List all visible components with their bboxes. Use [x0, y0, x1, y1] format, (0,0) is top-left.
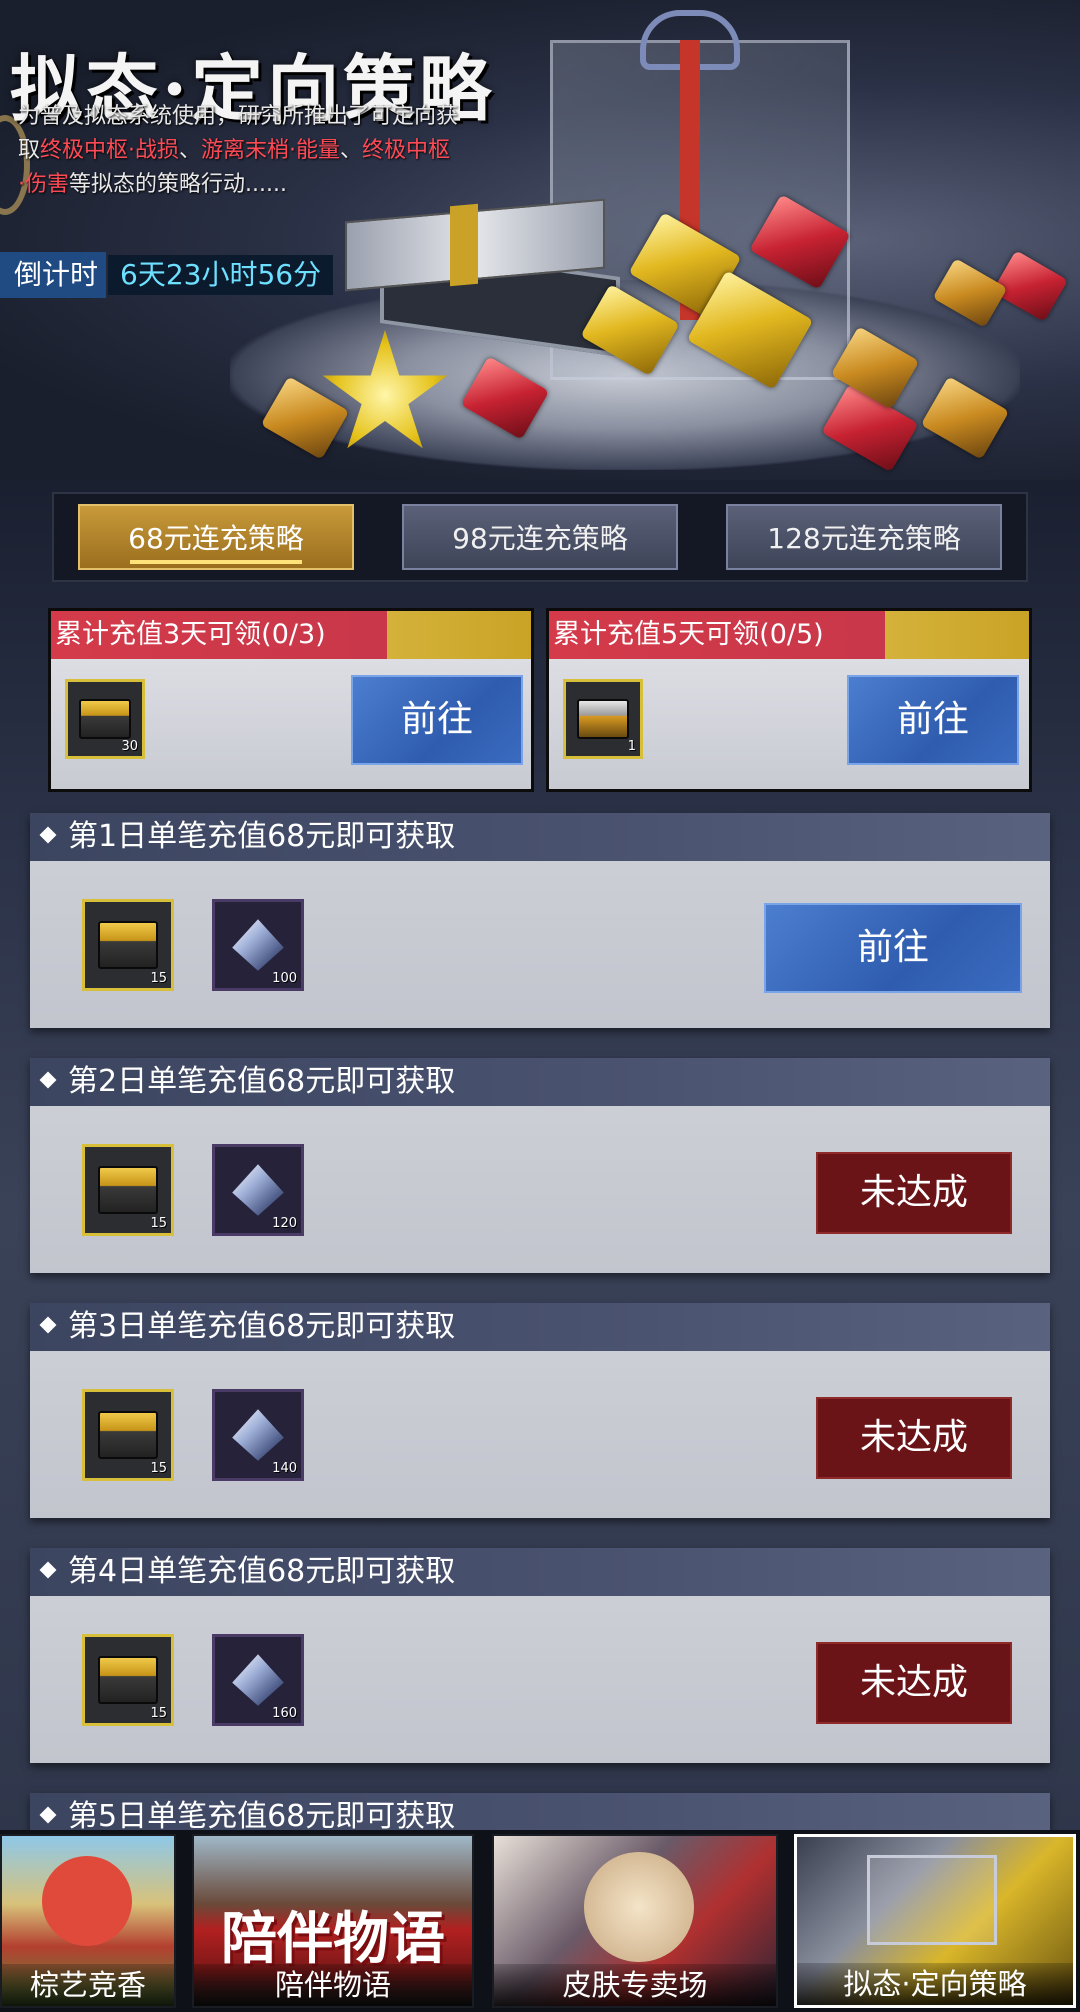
- character-portrait: [42, 1856, 132, 1946]
- lid-stripe: [450, 203, 478, 287]
- nav-item-companion[interactable]: 陪伴物语 陪伴物语: [192, 1834, 474, 2008]
- desc-line-3: ·伤害等拟态的策略行动......: [18, 168, 548, 202]
- event-header: 拟态·定向策略 为普及拟态系统使用，研究所推出了可定向获 取终极中枢·战损、游离…: [0, 0, 1080, 480]
- diamond-bullet-icon: [39, 1561, 57, 1578]
- day-title-text: 第3日单笔充值68元即可获取: [68, 1309, 456, 1344]
- countdown-value: 6天23小时56分: [108, 255, 334, 295]
- go-button[interactable]: 前往: [351, 675, 523, 765]
- reward-item[interactable]: 15: [82, 1144, 174, 1236]
- character-portrait: [584, 1852, 694, 1962]
- tab-128[interactable]: 128元连充策略: [726, 504, 1002, 570]
- desc-text: 等拟态的策略行动......: [69, 172, 287, 197]
- chest-icon: [97, 921, 159, 969]
- item-quantity: 15: [150, 1461, 167, 1476]
- cumulative-card-5day: 累计充值5天可领(0/5) 1 前往: [546, 608, 1032, 792]
- item-quantity: 100: [272, 971, 297, 986]
- desc-highlight: 终极中枢·战损: [40, 138, 180, 163]
- desc-line-2: 取终极中枢·战损、游离末梢·能量、终极中枢: [18, 134, 548, 168]
- item-quantity: 140: [272, 1461, 297, 1476]
- desc-highlight: 游离末梢·能量: [201, 138, 341, 163]
- reward-item[interactable]: 30: [65, 679, 145, 759]
- banner-text: 陪伴物语: [221, 1906, 445, 1972]
- desc-text: 、: [179, 138, 202, 163]
- not-achieved-button[interactable]: 未达成: [816, 1397, 1012, 1479]
- chest-icon: [97, 1411, 159, 1459]
- not-achieved-button[interactable]: 未达成: [816, 1152, 1012, 1234]
- day-title-text: 第5日单笔充值68元即可获取: [68, 1799, 456, 1834]
- gift-box-thumbnail: [867, 1855, 997, 1945]
- item-quantity: 1: [627, 739, 636, 754]
- reward-item[interactable]: 15: [82, 1389, 174, 1481]
- day-title-text: 第1日单笔充值68元即可获取: [68, 819, 456, 854]
- day-title-text: 第4日单笔充值68元即可获取: [68, 1554, 456, 1589]
- event-description: 为普及拟态系统使用，研究所推出了可定向获 取终极中枢·战损、游离末梢·能量、终极…: [18, 100, 548, 202]
- item-quantity: 15: [150, 1216, 167, 1231]
- crystal-icon: [232, 1164, 284, 1216]
- cumulative-title: 累计充值3天可领(0/3): [51, 611, 531, 659]
- item-quantity: 160: [272, 1706, 297, 1721]
- diamond-bullet-icon: [39, 826, 57, 843]
- crystal-icon: [232, 1409, 284, 1461]
- countdown: 倒计时 6天23小时56分: [0, 252, 334, 298]
- plan-tabs: 68元连充策略 98元连充策略 128元连充策略: [52, 492, 1028, 582]
- chest-icon: [97, 1656, 159, 1704]
- desc-text: 取: [18, 138, 41, 163]
- nav-label: 拟态·定向策略: [797, 1963, 1073, 2005]
- day-title: 第4日单笔充值68元即可获取: [30, 1548, 1050, 1596]
- day-card-5: 第5日单笔充值68元即可获取: [30, 1793, 1050, 1841]
- desc-highlight: 终极中枢: [362, 138, 451, 163]
- day-card-3: 第3日单笔充值68元即可获取 15 140 未达成: [30, 1303, 1050, 1518]
- nav-item-variety[interactable]: 棕艺竞香: [0, 1834, 176, 2008]
- nav-label: 棕艺竞香: [2, 1964, 174, 2006]
- day-title: 第2日单笔充值68元即可获取: [30, 1058, 1050, 1106]
- day-card-4: 第4日单笔充值68元即可获取 15 160 未达成: [30, 1548, 1050, 1763]
- item-quantity: 120: [272, 1216, 297, 1231]
- reward-item[interactable]: 15: [82, 899, 174, 991]
- day-title: 第1日单笔充值68元即可获取: [30, 813, 1050, 861]
- desc-text: 、: [340, 138, 363, 163]
- chest-icon: [79, 698, 131, 740]
- tab-68[interactable]: 68元连充策略: [78, 504, 354, 570]
- diamond-bullet-icon: [39, 1316, 57, 1333]
- diamond-bullet-icon: [39, 1071, 57, 1088]
- chest-icon: [97, 1166, 159, 1214]
- bottom-event-nav: 棕艺竞香 陪伴物语 陪伴物语 皮肤专卖场 拟态·定向策略: [0, 1830, 1080, 2012]
- diamond-bullet-icon: [39, 1806, 57, 1823]
- reward-item[interactable]: 120: [212, 1144, 304, 1236]
- cumulative-title: 累计充值5天可领(0/5): [549, 611, 1029, 659]
- tab-98[interactable]: 98元连充策略: [402, 504, 678, 570]
- nav-label: 皮肤专卖场: [494, 1964, 776, 2006]
- reward-item[interactable]: 15: [82, 1634, 174, 1726]
- nav-item-skin-shop[interactable]: 皮肤专卖场: [492, 1834, 778, 2008]
- day-title-text: 第2日单笔充值68元即可获取: [68, 1064, 456, 1099]
- desc-highlight: ·伤害: [18, 172, 69, 197]
- day-card-1: 第1日单笔充值68元即可获取 15 100 前往: [30, 813, 1050, 1028]
- countdown-label: 倒计时: [0, 252, 107, 298]
- go-button[interactable]: 前往: [847, 675, 1019, 765]
- not-achieved-button[interactable]: 未达成: [816, 1642, 1012, 1724]
- item-quantity: 15: [150, 971, 167, 986]
- reward-item[interactable]: 140: [212, 1389, 304, 1481]
- silver-chest-icon: [577, 698, 629, 740]
- item-quantity: 15: [150, 1706, 167, 1721]
- nav-item-mimic-strategy[interactable]: 拟态·定向策略: [794, 1834, 1076, 2008]
- reward-item[interactable]: 1: [563, 679, 643, 759]
- go-button[interactable]: 前往: [764, 903, 1022, 993]
- cumulative-card-3day: 累计充值3天可领(0/3) 30 前往: [48, 608, 534, 792]
- crystal-icon: [232, 1654, 284, 1706]
- day-title: 第3日单笔充值68元即可获取: [30, 1303, 1050, 1351]
- reward-item[interactable]: 100: [212, 899, 304, 991]
- nav-label: 陪伴物语: [194, 1964, 472, 2006]
- reward-item[interactable]: 160: [212, 1634, 304, 1726]
- item-quantity: 30: [121, 739, 138, 754]
- day-card-2: 第2日单笔充值68元即可获取 15 120 未达成: [30, 1058, 1050, 1273]
- desc-line-1: 为普及拟态系统使用，研究所推出了可定向获: [18, 104, 459, 129]
- crystal-icon: [232, 919, 284, 971]
